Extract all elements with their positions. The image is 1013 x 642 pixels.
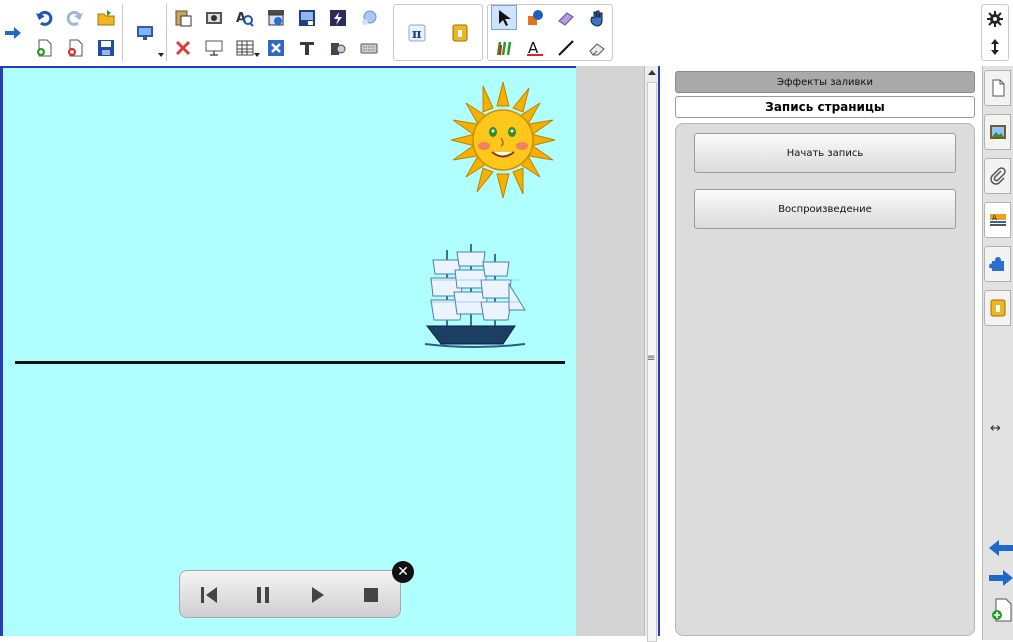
keyboard-icon[interactable] <box>356 35 382 60</box>
math-icon[interactable]: π <box>404 20 430 45</box>
screen-shade-icon[interactable] <box>263 5 289 30</box>
close-box-icon[interactable] <box>263 35 289 60</box>
playback-close-button[interactable]: ✕ <box>392 561 414 583</box>
text-tool-icon[interactable] <box>294 35 320 60</box>
text-icon[interactable]: A <box>522 35 548 60</box>
capture-icon[interactable] <box>294 5 320 30</box>
flash-icon[interactable] <box>325 5 351 30</box>
creative-pens-icon[interactable] <box>491 35 517 60</box>
toolbar-move-icon[interactable] <box>982 34 1008 59</box>
display-icon[interactable] <box>132 20 158 45</box>
line-icon[interactable] <box>553 35 579 60</box>
add-page-icon[interactable] <box>990 598 1012 622</box>
hand-icon[interactable] <box>584 5 610 30</box>
sun-image[interactable] <box>449 80 557 200</box>
skip-back-icon[interactable] <box>194 581 224 609</box>
add-on-icon[interactable] <box>447 20 473 45</box>
open-folder-icon[interactable] <box>93 5 119 30</box>
fill-effects-tab[interactable]: Эффекты заливки <box>675 71 975 93</box>
settings-icon[interactable] <box>982 6 1008 31</box>
properties-icon[interactable]: A <box>984 202 1011 238</box>
screenshot-icon[interactable] <box>201 5 227 30</box>
canvas-gutter <box>576 66 644 636</box>
extra-tool-icon[interactable] <box>984 290 1011 326</box>
playback-toolbar <box>179 570 401 618</box>
gallery-icon[interactable] <box>984 114 1011 150</box>
vertical-scrollbar[interactable]: ≡ <box>644 66 660 642</box>
resize-handle-icon[interactable]: ↔ <box>990 421 1001 436</box>
screen-board-icon[interactable] <box>201 35 227 60</box>
start-recording-button[interactable]: Начать запись <box>694 133 956 173</box>
page-sorter-icon[interactable] <box>984 70 1011 106</box>
play-icon[interactable] <box>302 581 332 609</box>
attachments-icon[interactable] <box>984 158 1011 194</box>
eraser-shape-icon[interactable] <box>553 5 579 30</box>
forward-nav-icon[interactable] <box>0 20 26 45</box>
whiteboard-canvas[interactable] <box>0 66 576 636</box>
svg-text:A: A <box>992 214 997 222</box>
playback-button[interactable]: Воспроизведение <box>694 189 956 229</box>
delete-icon[interactable] <box>170 35 196 60</box>
undo-icon[interactable] <box>31 5 57 30</box>
scroll-up-icon[interactable] <box>648 70 656 75</box>
select-icon[interactable] <box>491 5 517 30</box>
svg-text:π: π <box>412 27 422 42</box>
save-icon[interactable] <box>93 35 119 60</box>
pause-icon[interactable] <box>248 581 278 609</box>
paste-icon[interactable] <box>170 5 196 30</box>
delete-page-icon[interactable] <box>62 35 88 60</box>
add-ons-icon[interactable] <box>984 246 1011 282</box>
magic-pen-icon[interactable] <box>522 5 548 30</box>
sailing-ship-image[interactable] <box>419 240 529 350</box>
new-page-icon[interactable] <box>31 35 57 60</box>
stop-icon[interactable] <box>356 581 386 609</box>
scroll-grip-icon: ≡ <box>647 353 656 364</box>
orb-icon[interactable] <box>356 5 382 30</box>
horizon-line[interactable] <box>15 361 565 364</box>
eraser-icon[interactable] <box>584 35 610 60</box>
previous-page-icon[interactable] <box>989 538 1013 558</box>
page-recording-header[interactable]: Запись страницы <box>675 96 975 118</box>
main-toolbar: A π A <box>0 0 1013 64</box>
puzzle-icon[interactable] <box>325 35 351 60</box>
spellcheck-icon[interactable]: A <box>232 5 258 30</box>
next-page-icon[interactable] <box>989 568 1013 588</box>
redo-icon[interactable] <box>62 5 88 30</box>
